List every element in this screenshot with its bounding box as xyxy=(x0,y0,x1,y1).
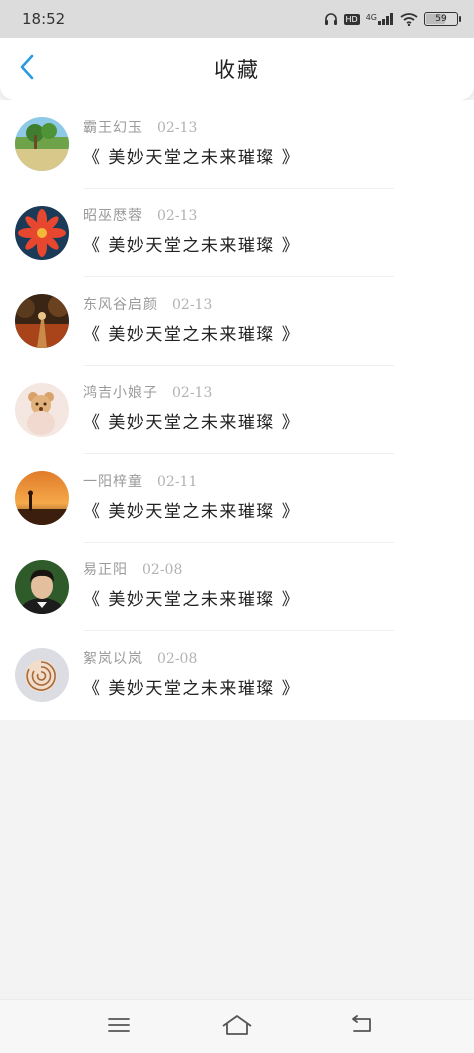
book-title: 《 美妙天堂之未来璀璨 》 xyxy=(83,147,301,168)
sunset-avatar xyxy=(15,471,69,526)
hd-icon: HD xyxy=(343,13,360,25)
home-button[interactable] xyxy=(222,1012,252,1042)
list-item[interactable]: 昭巫厯蓉 02-13 《 美妙天堂之未来璀璨 》 xyxy=(0,189,474,278)
battery-indicator: 59 xyxy=(424,12,461,26)
landscape-avatar xyxy=(15,117,69,172)
headphones-icon xyxy=(324,12,338,26)
user-name: 易正阳 xyxy=(83,562,128,579)
home-icon xyxy=(221,1014,253,1040)
status-time: 18:52 xyxy=(22,10,66,28)
favorites-list: 霸王幻玉 02-13 《 美妙天堂之未来璀璨 》 昭巫厯蓉 02-13 《 美妙天堂… xyxy=(0,100,474,720)
menu-button[interactable] xyxy=(104,1012,134,1042)
status-icons: HD 4G 59 xyxy=(324,12,461,26)
favorite-date: 02-13 xyxy=(157,208,198,225)
status-bar: 18:52 HD 4G 59 xyxy=(0,0,474,38)
wifi-icon xyxy=(400,12,418,26)
signal-icon: 4G xyxy=(366,13,394,25)
book-title: 《 美妙天堂之未来璀璨 》 xyxy=(83,236,301,257)
favorite-date: 02-11 xyxy=(157,473,198,490)
list-item[interactable]: 易正阳 02-08 《 美妙天堂之未来璀璨 》 xyxy=(0,543,474,632)
favorite-date: 02-13 xyxy=(172,296,213,313)
book-title: 《 美妙天堂之未来璀璨 》 xyxy=(83,413,301,434)
page-title: 收藏 xyxy=(214,58,260,82)
book-title: 《 美妙天堂之未来璀璨 》 xyxy=(83,678,301,699)
back-button[interactable] xyxy=(10,52,44,86)
favorite-date: 02-08 xyxy=(157,650,198,667)
book-title: 《 美妙天堂之未来璀璨 》 xyxy=(83,324,301,345)
man-portrait-avatar xyxy=(15,559,69,614)
list-item[interactable]: 一阳梓童 02-11 《 美妙天堂之未来璀璨 》 xyxy=(0,454,474,543)
user-name: 一阳梓童 xyxy=(83,473,143,490)
user-name: 东风谷启颜 xyxy=(83,296,158,313)
book-title: 《 美妙天堂之未来璀璨 》 xyxy=(83,501,301,522)
teddy-bear-avatar xyxy=(15,382,69,437)
nautilus-shell-avatar xyxy=(15,648,69,703)
battery-percentage: 59 xyxy=(435,14,447,24)
user-name: 霸王幻玉 xyxy=(83,119,143,136)
user-name: 昭巫厯蓉 xyxy=(83,208,143,225)
system-nav-bar xyxy=(0,999,474,1053)
red-flower-avatar xyxy=(15,205,69,260)
autumn-path-avatar xyxy=(15,294,69,349)
back-nav-button[interactable] xyxy=(346,1012,376,1042)
favorite-date: 02-13 xyxy=(157,119,198,136)
back-arrow-icon xyxy=(348,1015,374,1039)
user-name: 鸿吉小娘子 xyxy=(83,385,158,402)
list-item[interactable]: 东风谷启颜 02-13 《 美妙天堂之未来璀璨 》 xyxy=(0,277,474,366)
book-title: 《 美妙天堂之未来璀璨 》 xyxy=(83,590,301,611)
chevron-left-icon xyxy=(19,54,35,84)
favorite-date: 02-08 xyxy=(142,562,183,579)
favorite-date: 02-13 xyxy=(172,385,213,402)
list-item[interactable]: 鸿吉小娘子 02-13 《 美妙天堂之未来璀璨 》 xyxy=(0,366,474,455)
header: 收藏 xyxy=(0,38,474,100)
menu-icon xyxy=(107,1016,131,1038)
user-name: 絮岚以岚 xyxy=(83,650,143,667)
network-type: 4G xyxy=(365,13,377,22)
list-item[interactable]: 絮岚以岚 02-08 《 美妙天堂之未来璀璨 》 xyxy=(0,631,474,720)
list-item[interactable]: 霸王幻玉 02-13 《 美妙天堂之未来璀璨 》 xyxy=(0,100,474,189)
